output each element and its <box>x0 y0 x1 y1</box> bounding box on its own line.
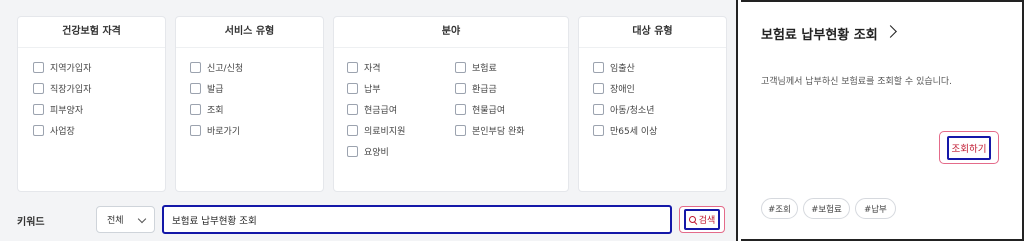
search-button[interactable]: 검색 <box>679 206 725 233</box>
checkbox[interactable] <box>190 62 201 73</box>
search-button-label: 검색 <box>698 216 716 226</box>
filter-card-service-type: 서비스 유형 신고/신청 발급 조회 바로가기 <box>175 16 324 192</box>
checkbox-option[interactable]: 피부양자 <box>33 103 83 116</box>
checkbox[interactable] <box>455 83 466 94</box>
inquire-button[interactable]: 조회하기 <box>939 131 999 164</box>
scope-select-value: 전체 <box>107 216 124 226</box>
checkbox[interactable] <box>33 104 44 115</box>
checkbox[interactable] <box>593 83 604 94</box>
checkbox-option[interactable]: 지역가입자 <box>33 61 91 74</box>
checkbox-option[interactable]: 자격 <box>347 61 381 74</box>
checkbox[interactable] <box>347 146 358 157</box>
tag-chip[interactable]: #조회 <box>761 198 798 219</box>
checkbox[interactable] <box>347 125 358 136</box>
filter-title-field: 분야 <box>334 17 568 48</box>
checkbox-option[interactable]: 발급 <box>190 82 224 95</box>
checkbox-option[interactable]: 본인부담 완화 <box>455 124 525 137</box>
filter-title-insurance-status: 건강보험 자격 <box>18 17 165 48</box>
inquire-button-label: 조회하기 <box>946 135 992 160</box>
checkbox-option[interactable]: 신고/신청 <box>190 61 243 74</box>
filter-card-insurance-status: 건강보험 자격 지역가입자 직장가입자 피부양자 사업장 <box>17 16 166 192</box>
checkbox[interactable] <box>593 62 604 73</box>
keyword-label: 키워드 <box>17 217 45 228</box>
checkbox-option[interactable]: 의료비지원 <box>347 124 405 137</box>
search-input-value: 보험료 납부현황 조회 <box>172 215 257 227</box>
checkbox-option[interactable]: 장애인 <box>593 82 635 95</box>
filter-card-field: 분야 자격 납부 현금급여 의료비지원 요양비 보험료 환급금 현물급여 본인부… <box>333 16 569 192</box>
checkbox[interactable] <box>455 104 466 115</box>
tag-chip[interactable]: #보험료 <box>803 198 850 219</box>
search-input[interactable]: 보험료 납부현황 조회 <box>162 205 672 234</box>
checkbox-option[interactable]: 임출산 <box>593 61 635 74</box>
chevron-down-icon <box>137 214 147 224</box>
checkbox[interactable] <box>455 125 466 136</box>
filter-title-service-type: 서비스 유형 <box>176 17 323 48</box>
checkbox[interactable] <box>593 104 604 115</box>
checkbox-option[interactable]: 바로가기 <box>190 124 240 137</box>
search-panel: 건강보험 자격 지역가입자 직장가입자 피부양자 사업장 서비스 유형 신고/신… <box>0 0 738 241</box>
checkbox[interactable] <box>455 62 466 73</box>
service-description: 고객님께서 납부하신 보험료를 조회할 수 있습니다. <box>761 77 953 87</box>
chevron-right-icon[interactable] <box>884 25 897 38</box>
checkbox[interactable] <box>347 83 358 94</box>
scope-select[interactable]: 전체 <box>96 206 155 233</box>
checkbox-option[interactable]: 만65세 이상 <box>593 124 657 137</box>
checkbox-option[interactable]: 아동/청소년 <box>593 103 654 116</box>
checkbox-option[interactable]: 직장가입자 <box>33 82 91 95</box>
checkbox[interactable] <box>347 104 358 115</box>
filter-card-target-type: 대상 유형 임출산 장애인 아동/청소년 만65세 이상 <box>578 16 727 192</box>
search-button-inner: 검색 <box>683 209 721 230</box>
checkbox[interactable] <box>33 125 44 136</box>
checkbox[interactable] <box>593 125 604 136</box>
tag-chip[interactable]: #납부 <box>855 198 896 219</box>
checkbox-option[interactable]: 현금급여 <box>347 103 397 116</box>
checkbox-option[interactable]: 보험료 <box>455 61 497 74</box>
checkbox-option[interactable]: 요양비 <box>347 145 389 158</box>
service-card: 보험료 납부현황 조회 고객님께서 납부하신 보험료를 조회할 수 있습니다. … <box>741 0 1024 241</box>
checkbox-option[interactable]: 사업장 <box>33 124 75 137</box>
checkbox[interactable] <box>347 62 358 73</box>
service-title[interactable]: 보험료 납부현황 조회 <box>761 24 878 43</box>
checkbox[interactable] <box>33 62 44 73</box>
checkbox[interactable] <box>190 104 201 115</box>
search-icon <box>688 216 696 223</box>
checkbox[interactable] <box>33 83 44 94</box>
checkbox-option[interactable]: 납부 <box>347 82 381 95</box>
checkbox-option[interactable]: 환급금 <box>455 82 497 95</box>
checkbox[interactable] <box>190 125 201 136</box>
checkbox-option[interactable]: 현물급여 <box>455 103 505 116</box>
filter-title-target-type: 대상 유형 <box>579 17 726 48</box>
checkbox[interactable] <box>190 83 201 94</box>
checkbox-option[interactable]: 조회 <box>190 103 224 116</box>
